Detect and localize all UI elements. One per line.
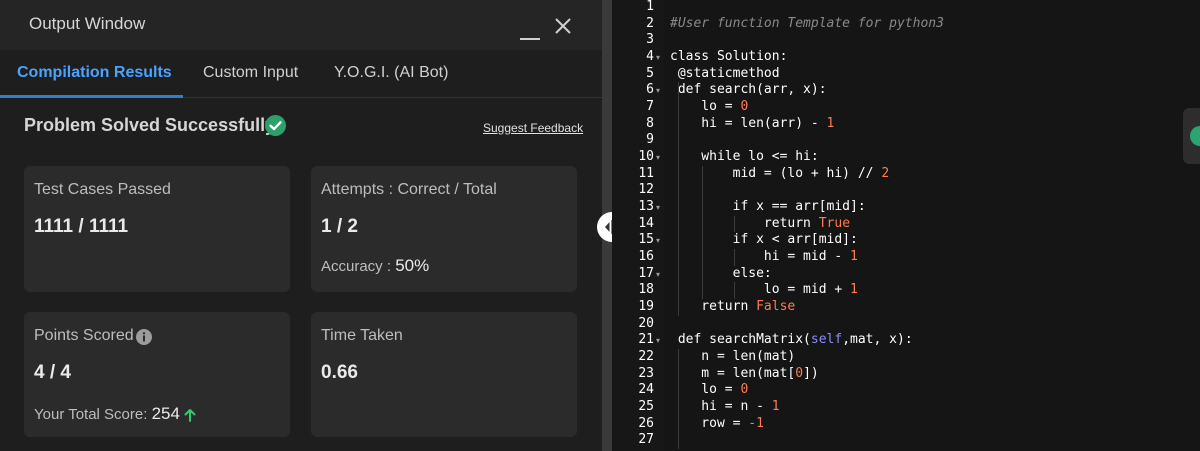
result-tabs: Compilation Results Custom Input Y.O.G.I… — [0, 50, 602, 98]
test-cases-value: 1111 / 1111 — [34, 216, 129, 237]
tab-yogi-ai-bot[interactable]: Y.O.G.I. (AI Bot) — [334, 64, 448, 82]
fold-arrow-icon[interactable]: ▾ — [656, 203, 663, 212]
line-number: 27 — [638, 432, 654, 448]
line-number: 11 — [638, 165, 654, 181]
line-number: 8 — [646, 115, 654, 131]
indent-guide — [702, 165, 703, 300]
tab-compilation-results[interactable]: Compilation Results — [17, 64, 172, 82]
indent-guide — [734, 249, 735, 266]
total-score-row: Your Total Score: 254 — [34, 404, 180, 424]
line-number: 25 — [638, 399, 654, 415]
active-tab-indicator — [0, 95, 183, 98]
arrow-up-icon — [184, 408, 196, 422]
output-window-header: Output Window — [0, 0, 602, 50]
fold-arrow-icon[interactable]: ▾ — [656, 336, 663, 345]
code-line: @staticmethod — [670, 65, 780, 81]
code-line: while lo <= hi: — [670, 149, 819, 165]
fold-arrow-icon[interactable]: ▾ — [656, 153, 663, 162]
test-cases-card: Test Cases Passed 1111 / 1111 — [24, 166, 290, 292]
points-card: Points Scored 4 / 4 Your Total Score: 25… — [24, 312, 290, 437]
line-number: 17 — [638, 265, 654, 281]
line-number: 12 — [638, 182, 654, 198]
status-text: Problem Solved Successfully — [24, 115, 276, 135]
attempts-label: Attempts : Correct / Total — [321, 181, 497, 198]
accuracy-label: Accuracy : — [321, 258, 392, 275]
check-circle-icon — [265, 115, 286, 136]
time-taken-value: 0.66 — [321, 362, 358, 383]
code-line: n = len(mat) — [670, 349, 796, 365]
line-number: 5 — [646, 65, 654, 81]
line-number: 16 — [638, 249, 654, 265]
tab-custom-input[interactable]: Custom Input — [203, 64, 298, 82]
line-gutter: 1 2 3 4 ▾ 5 6 ▾ 7 8 9 10 ▾ 11 12 13 ▾ 14 15 ▾ 16 17 ▾ 18 19 20 21 ▾… — [612, 0, 664, 451]
code-line: def searchMatrix(self,mat, x): — [670, 332, 913, 348]
fold-arrow-icon[interactable]: ▾ — [656, 236, 663, 245]
line-number: 23 — [638, 365, 654, 381]
indent-guide — [678, 82, 679, 316]
line-number: 19 — [638, 299, 654, 315]
code-line: lo = mid + 1 — [670, 282, 858, 298]
fold-arrow-icon[interactable]: ▾ — [656, 270, 663, 279]
line-number: 21 — [638, 332, 654, 348]
line-number: 3 — [646, 32, 654, 48]
suggest-feedback-link[interactable]: Suggest Feedback — [483, 121, 583, 135]
fold-arrow-icon[interactable]: ▾ — [656, 53, 663, 62]
code-line: class Solution: — [670, 49, 788, 64]
points-value: 4 / 4 — [34, 362, 71, 383]
line-number: 4 — [646, 49, 654, 64]
line-number: 9 — [646, 132, 654, 148]
code-editor[interactable]: 1 2 3 4 ▾ 5 6 ▾ 7 8 9 10 ▾ 11 12 13 ▾ 14 15 ▾ 16 17 ▾ 18 19 20 21 ▾… — [612, 0, 1200, 451]
code-line: if x < arr[mid]: — [670, 232, 858, 248]
line-number: 18 — [638, 282, 654, 298]
line-number: 22 — [638, 349, 654, 365]
total-score-label: Your Total Score: — [34, 406, 148, 423]
close-icon[interactable] — [553, 16, 573, 36]
line-number: 7 — [646, 99, 654, 115]
code-line: hi = n - 1 — [670, 399, 780, 415]
side-toggle-icon[interactable] — [1183, 108, 1200, 164]
fold-arrow-icon[interactable]: ▾ — [656, 86, 663, 95]
line-number: 24 — [638, 382, 654, 398]
code-line: row = -1 — [670, 415, 764, 431]
test-cases-label: Test Cases Passed — [34, 181, 171, 198]
output-window-title: Output Window — [29, 14, 146, 33]
output-window: Output Window Compilation Results Custom… — [0, 0, 602, 451]
code-line: m = len(mat[0]) — [670, 365, 819, 381]
code-line: hi = len(arr) - 1 — [670, 115, 835, 131]
line-number: 2 — [646, 15, 654, 31]
code-line: def search(arr, x): — [670, 82, 827, 98]
line-number: 10 — [638, 149, 654, 165]
line-number: 1 — [646, 0, 654, 14]
line-number: 14 — [638, 215, 654, 231]
accuracy-row: Accuracy : 50% — [321, 256, 429, 276]
code-line: return False — [670, 299, 796, 315]
info-icon[interactable] — [136, 329, 152, 345]
accuracy-value: 50% — [395, 256, 430, 275]
minimize-icon[interactable] — [518, 10, 542, 40]
code-line: return True — [670, 215, 851, 231]
line-number: 26 — [638, 415, 654, 431]
time-taken-card: Time Taken 0.66 — [311, 312, 577, 437]
indent-guide — [734, 215, 735, 233]
code-line: else: — [670, 265, 772, 281]
indent-guide — [678, 349, 679, 450]
total-score-value: 254 — [151, 404, 180, 423]
line-number: 13 — [638, 199, 654, 215]
line-number: 20 — [638, 315, 654, 331]
attempts-value: 1 / 2 — [321, 216, 358, 237]
code-line: hi = mid - 1 — [670, 249, 858, 265]
code-line: if x == arr[mid]: — [670, 199, 866, 215]
code-line: lo = 0 — [670, 99, 749, 115]
time-taken-label: Time Taken — [321, 327, 403, 344]
line-number: 6 — [646, 82, 654, 98]
code-line: #User function Template for python3 — [670, 15, 944, 31]
indent-guide — [734, 282, 735, 300]
code-line: lo = 0 — [670, 382, 749, 398]
attempts-card: Attempts : Correct / Total 1 / 2 Accurac… — [311, 166, 577, 292]
line-number: 15 — [638, 232, 654, 248]
points-label: Points Scored — [34, 327, 134, 344]
